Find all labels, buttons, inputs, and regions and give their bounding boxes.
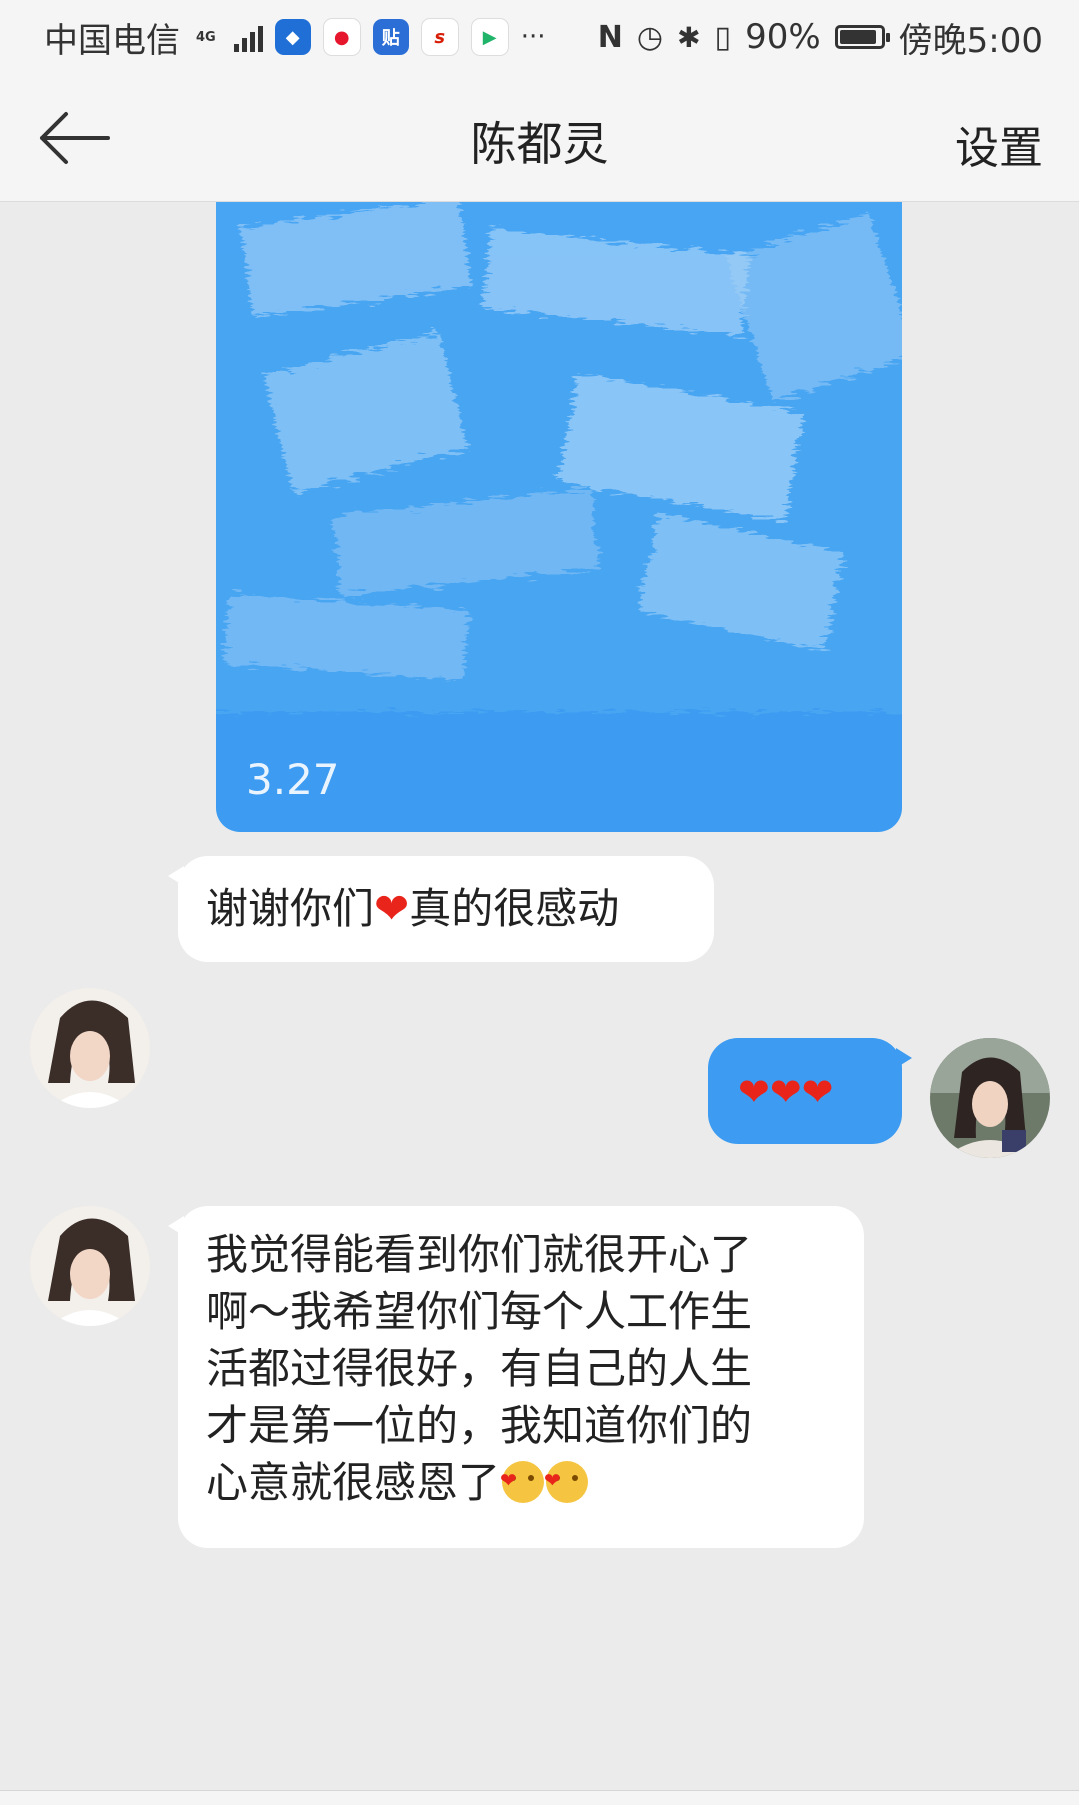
alarm-icon: ◷	[636, 19, 664, 55]
message-line: 才是第一位的，我知道你们的	[206, 1401, 753, 1450]
avatar-image	[30, 1206, 150, 1326]
avatar-image	[30, 988, 150, 1108]
blush-heart-emoji-icon	[544, 1452, 589, 1509]
message-bubble-outgoing[interactable]: ❤❤❤	[708, 1038, 912, 1144]
message-line: 啊～我希望你们每个人工作生	[206, 1287, 753, 1336]
message-bubble-incoming[interactable]: 我觉得能看到你们就很开心了 啊～我希望你们每个人工作生 活都过得很好，有自己的人…	[168, 1206, 864, 1548]
heart-icon: ❤	[374, 884, 410, 933]
chat-area[interactable]: 3.27 3-27 13:05 谢谢你们❤真的很感动 ❤❤❤	[0, 202, 1079, 1805]
contact-avatar[interactable]	[30, 1206, 150, 1326]
input-bar-edge	[0, 1790, 1079, 1805]
nfc-icon: N	[597, 19, 623, 55]
weibo-app-icon: ●	[322, 18, 361, 56]
nav-bar: 陈都灵 设置	[0, 74, 1079, 202]
tieba-app-icon: 贴	[372, 19, 409, 55]
shield-app-icon: ◆	[274, 19, 311, 55]
message-line: 心意就很感恩了	[206, 1458, 501, 1507]
message-line: 活都过得很好，有自己的人生	[206, 1344, 753, 1393]
redaction-scribble	[216, 202, 902, 712]
message-text: 谢谢你们❤真的很感动	[206, 884, 620, 933]
page-title: 陈都灵	[470, 117, 609, 171]
video-app-icon: ▶	[470, 18, 509, 56]
network-type: 4G	[196, 29, 216, 45]
vibrate-icon: ▯	[714, 19, 732, 55]
battery-icon	[834, 25, 890, 49]
self-avatar[interactable]	[930, 1038, 1050, 1158]
status-left: 中国电信 4G ◆ ● 贴 s ▶ ···	[44, 13, 546, 62]
settings-button[interactable]: 设置	[955, 112, 1043, 176]
status-right: N ◷ ✱ ▯ 90% 傍晚5:00	[598, 13, 1043, 62]
clock: 傍晚5:00	[898, 20, 1043, 61]
message-bubble-incoming[interactable]: 谢谢你们❤真的很感动	[168, 856, 714, 962]
message-line: 我觉得能看到你们就很开心了	[206, 1230, 753, 1279]
status-bar: 中国电信 4G ◆ ● 贴 s ▶ ··· N ◷ ✱ ▯ 90% 傍晚5:00	[0, 0, 1079, 74]
signal-icon	[233, 22, 263, 52]
more-notifications-icon: ···	[520, 22, 546, 52]
card-date: 3.27	[246, 755, 340, 804]
bluetooth-icon: ✱	[677, 20, 701, 54]
carrier-label: 中国电信	[44, 20, 180, 61]
sent-card-message[interactable]: 3.27	[216, 202, 902, 832]
blush-heart-emoji-icon	[500, 1452, 545, 1509]
contact-avatar[interactable]	[30, 988, 150, 1108]
battery-fill	[839, 30, 876, 44]
avatar-image	[930, 1038, 1050, 1158]
message-text: ❤❤❤	[738, 1070, 834, 1114]
sina-app-icon: s	[420, 18, 459, 56]
battery-percent: 90%	[745, 17, 821, 57]
message-line-last: 心意就很感恩了	[206, 1452, 836, 1511]
